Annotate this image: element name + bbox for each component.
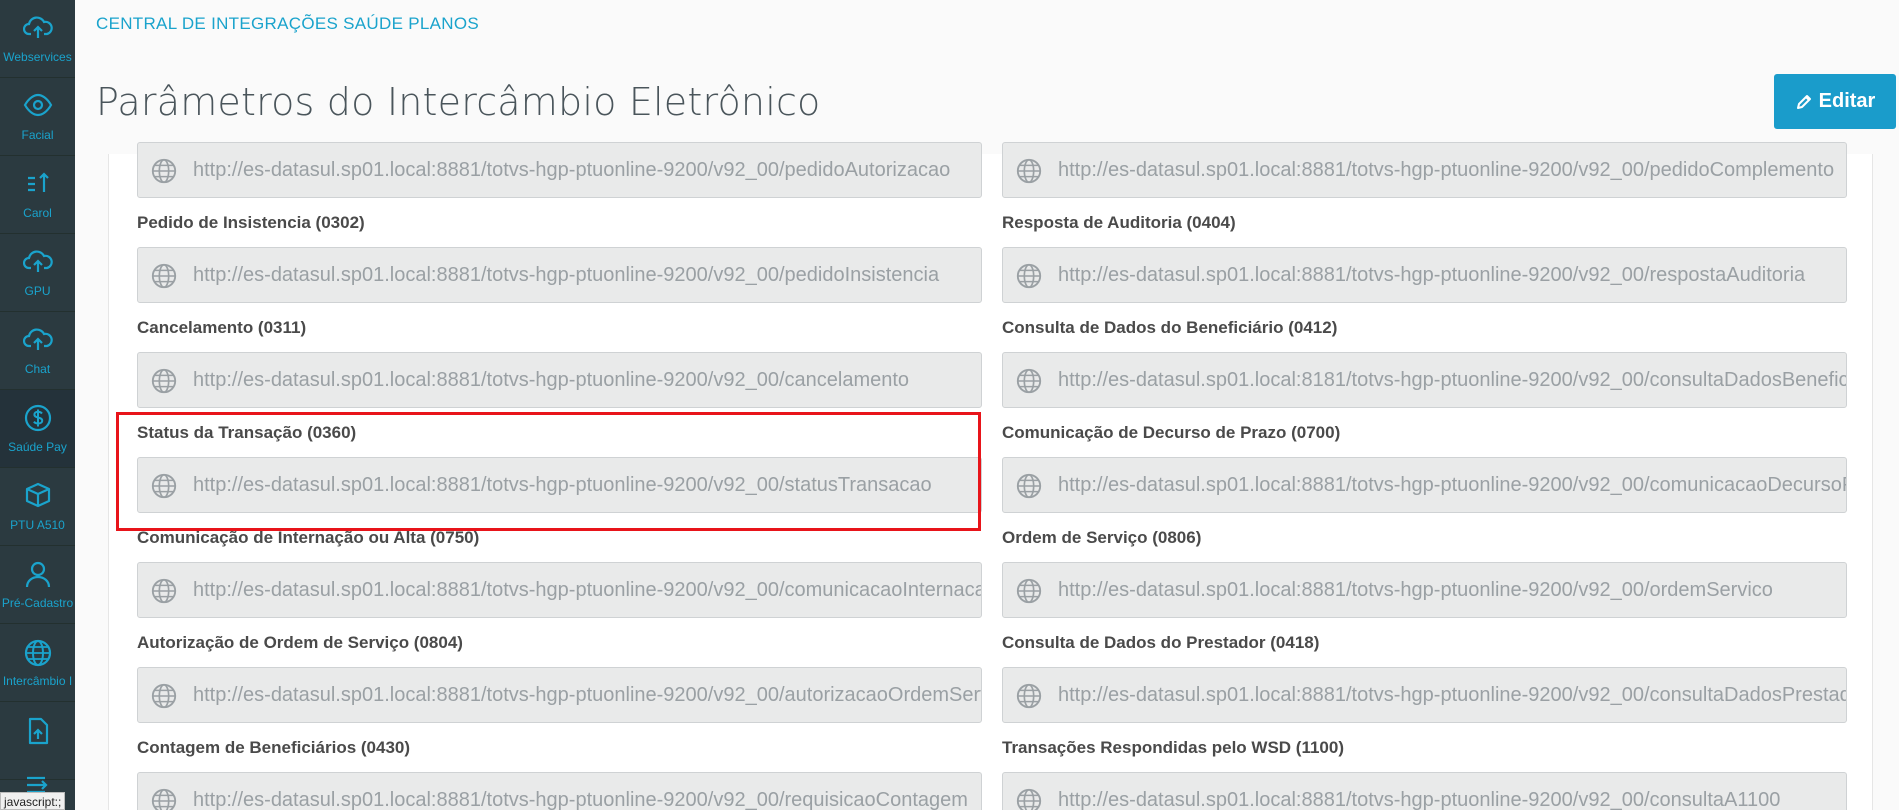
comunicacao-internacao-field[interactable]: http://es-datasul.sp01.local:8881/totvs-… xyxy=(137,562,982,618)
field-label: Cancelamento (0311) xyxy=(137,318,307,337)
resposta-auditoria-field[interactable]: http://es-datasul.sp01.local:8881/totvs-… xyxy=(1002,247,1847,303)
contagem-beneficiarios-field[interactable]: http://es-datasul.sp01.local:8881/totvs-… xyxy=(137,772,982,810)
globe-icon xyxy=(1016,473,1042,499)
field-label: Resposta de Auditoria (0404) xyxy=(1002,213,1236,232)
eye-icon xyxy=(23,93,52,117)
field-value: http://es-datasul.sp01.local:8881/totvs-… xyxy=(1058,159,1835,181)
sidebar-item-label: Webservices xyxy=(3,50,72,64)
globe-icon xyxy=(1016,158,1042,184)
globe-icon xyxy=(1016,578,1042,604)
globe-icon xyxy=(151,263,177,289)
field-label: Transações Respondidas pelo WSD (1100) xyxy=(1002,738,1345,757)
pedido-insistencia-field[interactable]: http://es-datasul.sp01.local:8881/totvs-… xyxy=(137,247,982,303)
user-icon xyxy=(25,561,50,588)
field-value: http://es-datasul.sp01.local:8881/totvs-… xyxy=(193,264,940,286)
cloud-upload-icon xyxy=(22,250,53,272)
field-value: http://es-datasul.sp01.local:8881/totvs-… xyxy=(193,159,951,181)
globe-icon xyxy=(151,578,177,604)
cloud-upload-icon xyxy=(22,328,53,350)
sidebar-item-label: Saúde Pay xyxy=(8,440,67,454)
sidebar-item-label: Facial xyxy=(21,128,54,142)
file-upload-icon xyxy=(28,717,48,745)
field-value: http://es-datasul.sp01.local:8881/totvs-… xyxy=(193,684,982,706)
consulta-prestador-field[interactable]: http://es-datasul.sp01.local:8881/totvs-… xyxy=(1002,667,1847,723)
sidebar-item-carol[interactable]: Carol xyxy=(0,156,75,234)
sidebar-item-gpu[interactable]: GPU xyxy=(0,234,75,312)
edit-button-label: Editar xyxy=(1818,90,1876,112)
app-title[interactable]: CENTRAL DE INTEGRAÇÕES SAÚDE PLANOS xyxy=(96,14,479,34)
field-label: Comunicação de Internação ou Alta (0750) xyxy=(137,528,480,547)
field-label: Contagem de Beneficiários (0430) xyxy=(137,738,411,757)
globe-icon xyxy=(1016,683,1042,709)
sidebar-item-intercambio[interactable]: Intercâmbio I xyxy=(0,624,75,702)
field-value: http://es-datasul.sp01.local:8881/totvs-… xyxy=(193,369,910,391)
pedido-complemento-field[interactable]: http://es-datasul.sp01.local:8881/totvs-… xyxy=(1002,142,1847,198)
sidebar-item-label: PTU A510 xyxy=(10,518,65,532)
field-value: http://es-datasul.sp01.local:8881/totvs-… xyxy=(193,474,932,496)
sidebar-item-label: Carol xyxy=(23,206,52,220)
status-transacao-field[interactable]: http://es-datasul.sp01.local:8881/totvs-… xyxy=(137,457,982,513)
sidebar-item-ptu-a510[interactable]: PTU A510 xyxy=(0,468,75,546)
sidebar-item-pre-cadastro[interactable]: Pré-Cadastro xyxy=(0,546,75,624)
page-title: Parâmetros do Intercâmbio Eletrônico xyxy=(96,80,821,124)
field-label: Autorização de Ordem de Serviço (0804) xyxy=(137,633,463,652)
pedido-autorizacao-field[interactable]: http://es-datasul.sp01.local:8881/totvs-… xyxy=(137,142,982,198)
field-label: Ordem de Serviço (0806) xyxy=(1002,528,1202,547)
globe-icon xyxy=(151,368,177,394)
cloud-upload-icon xyxy=(22,16,53,38)
ordem-servico-field[interactable]: http://es-datasul.sp01.local:8881/totvs-… xyxy=(1002,562,1847,618)
field-value: http://es-datasul.sp01.local:8881/totvs-… xyxy=(193,579,982,601)
field-value: http://es-datasul.sp01.local:8881/totvs-… xyxy=(1058,789,1781,810)
pencil-icon xyxy=(1796,94,1811,109)
sidebar-item-label: GPU xyxy=(24,284,51,298)
field-label: Consulta de Dados do Prestador (0418) xyxy=(1002,633,1320,652)
sidebar-item-saude-pay[interactable]: Saúde Pay xyxy=(0,390,75,468)
transacoes-wsd-field[interactable]: http://es-datasul.sp01.local:8881/totvs-… xyxy=(1002,772,1847,810)
consulta-beneficiario-field[interactable]: http://es-datasul.sp01.local:8181/totvs-… xyxy=(1002,352,1847,408)
edit-button[interactable]: Editar xyxy=(1774,74,1896,129)
field-value: http://es-datasul.sp01.local:8881/totvs-… xyxy=(1058,264,1806,286)
globe-icon xyxy=(151,158,177,184)
globe-icon xyxy=(1016,788,1042,810)
autorizacao-ordem-field[interactable]: http://es-datasul.sp01.local:8881/totvs-… xyxy=(137,667,982,723)
field-label: Status da Transação (0360) xyxy=(137,423,357,442)
sidebar: Webservices Facial Carol GPU Chat Saúde … xyxy=(0,0,75,810)
globe-icon xyxy=(151,788,177,810)
field-label: Consulta de Dados do Beneficiário (0412) xyxy=(1002,318,1338,337)
field-label: Pedido de Insistencia (0302) xyxy=(137,213,365,232)
cancelamento-field[interactable]: http://es-datasul.sp01.local:8881/totvs-… xyxy=(137,352,982,408)
globe-icon xyxy=(151,473,177,499)
sidebar-item-label: Intercâmbio I xyxy=(2,674,73,688)
globe-icon xyxy=(151,683,177,709)
globe-icon xyxy=(1016,263,1042,289)
sidebar-item-facial[interactable]: Facial xyxy=(0,78,75,156)
sidebar-item-webservices[interactable]: Webservices xyxy=(0,0,75,78)
dollar-icon xyxy=(24,404,51,432)
field-value: http://es-datasul.sp01.local:8181/totvs-… xyxy=(1058,369,1847,391)
sidebar-item-label: Pré-Cadastro xyxy=(1,596,74,610)
sidebar-item-label: Chat xyxy=(24,362,51,376)
field-value: http://es-datasul.sp01.local:8881/totvs-… xyxy=(1058,579,1773,601)
status-bar-text: javascript:; xyxy=(0,792,66,810)
field-value: http://es-datasul.sp01.local:8881/totvs-… xyxy=(193,789,968,810)
globe-icon xyxy=(24,639,51,667)
sort-icon xyxy=(27,172,49,192)
globe-icon xyxy=(1016,368,1042,394)
field-value: http://es-datasul.sp01.local:8881/totvs-… xyxy=(1058,684,1847,706)
decurso-prazo-field[interactable]: http://es-datasul.sp01.local:8881/totvs-… xyxy=(1002,457,1847,513)
box-icon xyxy=(25,482,50,508)
field-label: Comunicação de Decurso de Prazo (0700) xyxy=(1002,423,1341,442)
sidebar-item-chat[interactable]: Chat xyxy=(0,312,75,390)
field-value: http://es-datasul.sp01.local:8881/totvs-… xyxy=(1058,474,1847,496)
